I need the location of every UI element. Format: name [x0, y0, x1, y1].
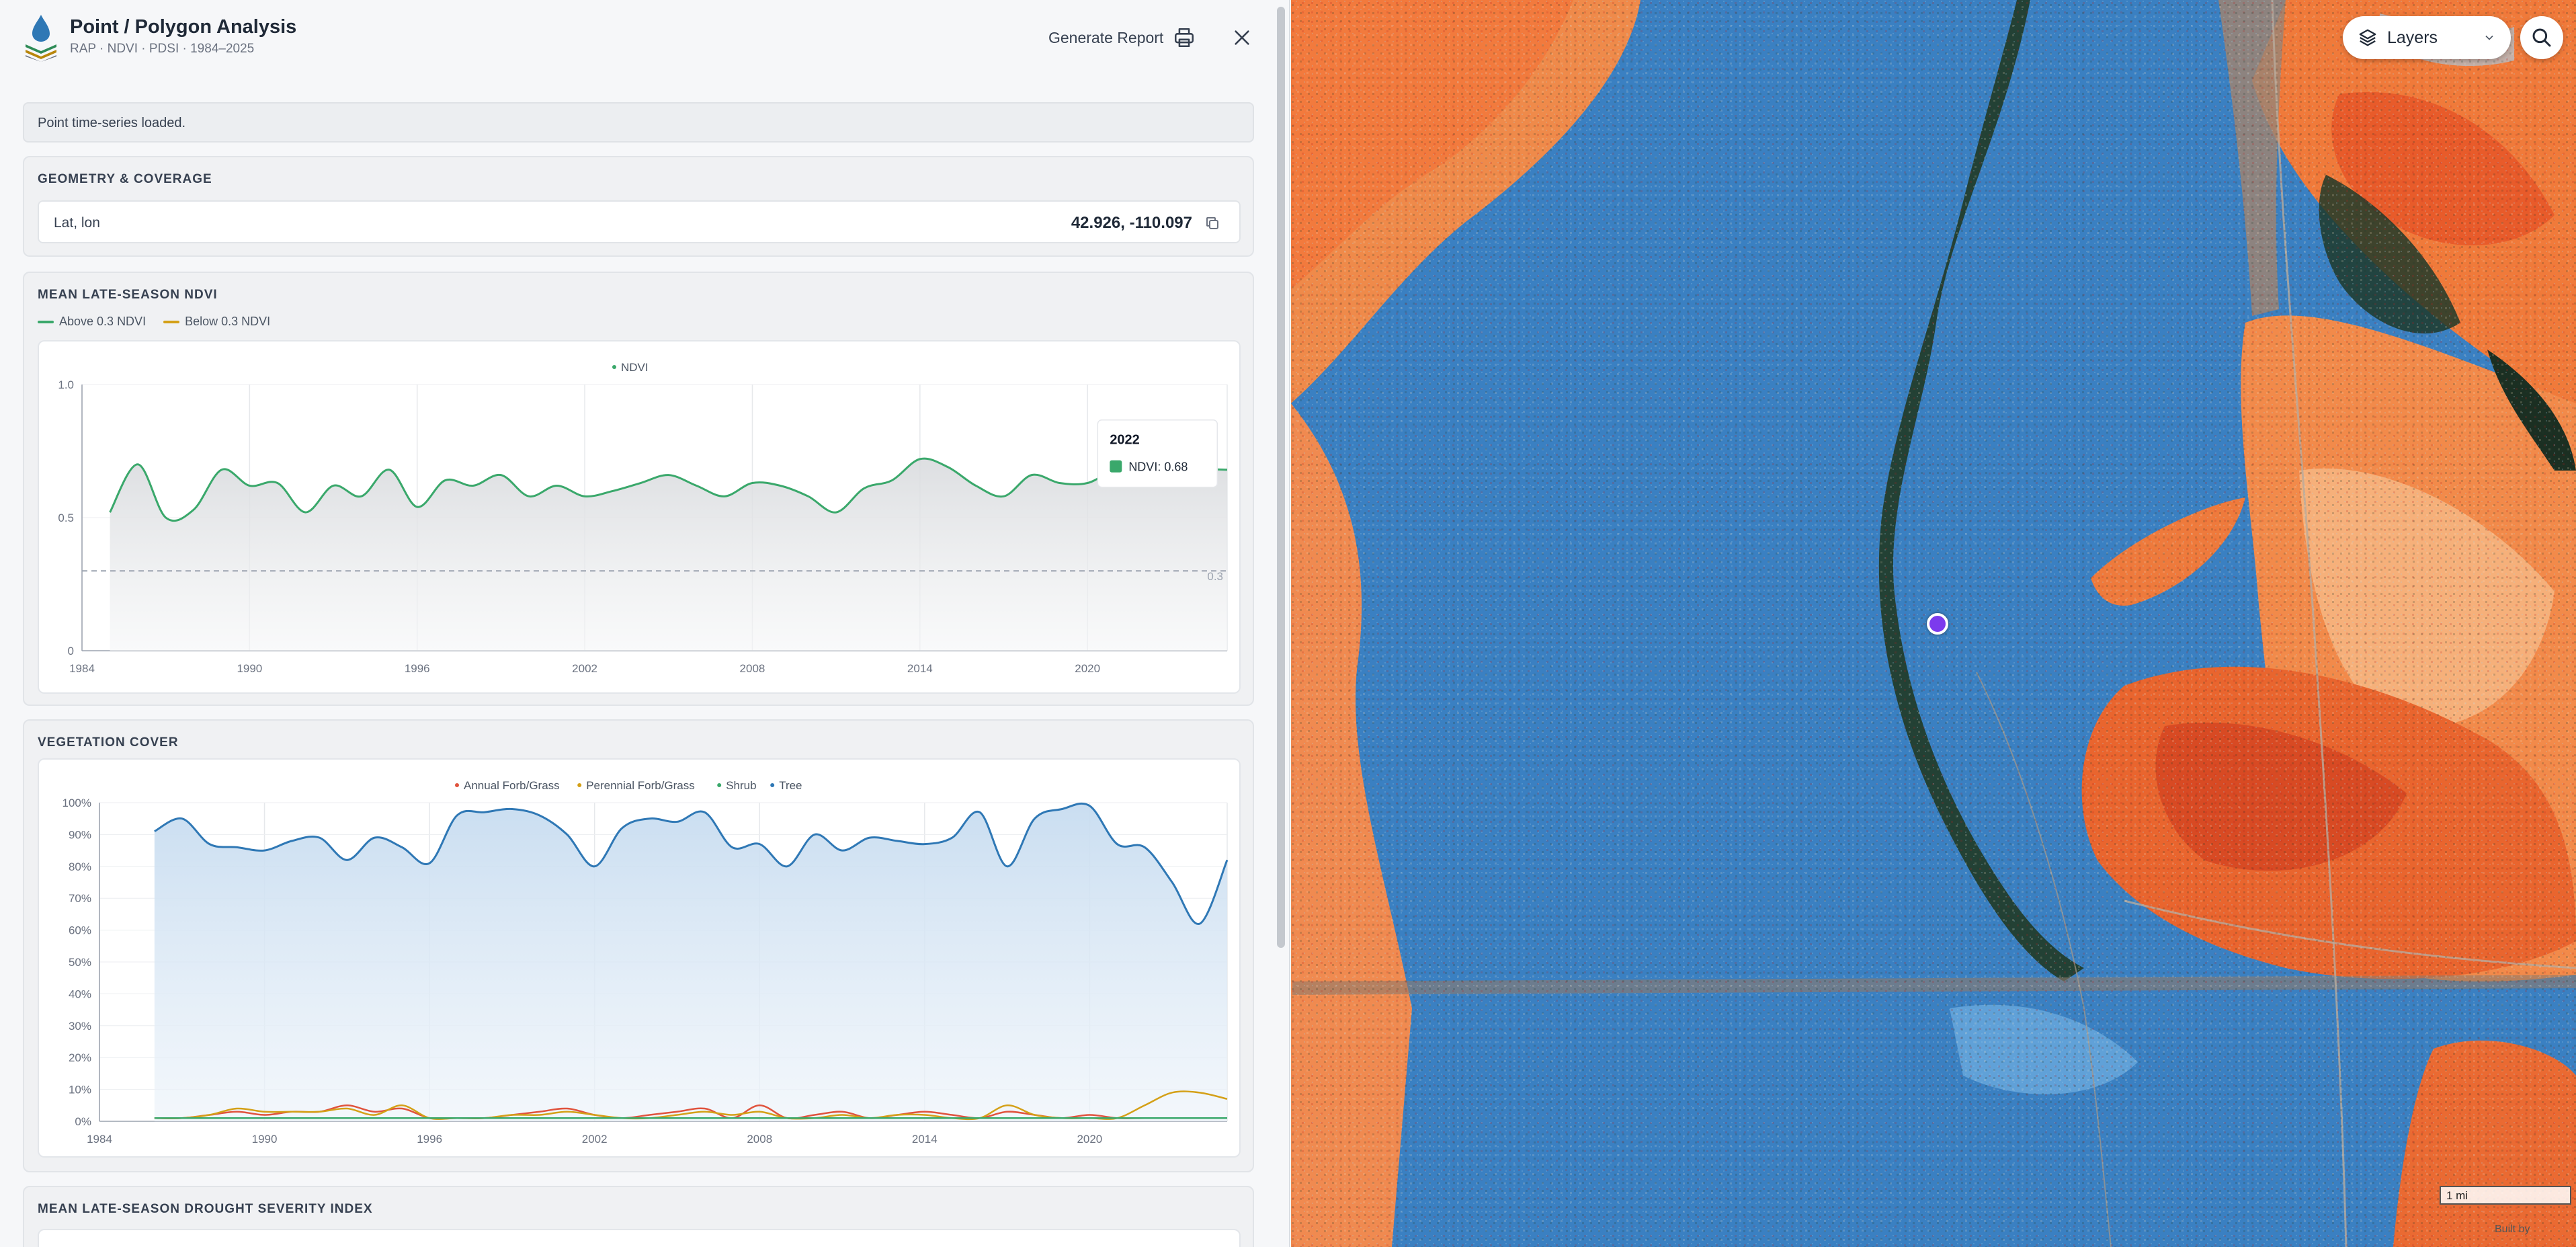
cover-y-tick-label: 20%	[69, 1051, 91, 1064]
ndvi-x-tick-label: 1996	[405, 662, 430, 675]
cover-y-tick-label: 50%	[69, 956, 91, 969]
geometry-section-title: GEOMETRY & COVERAGE	[38, 172, 212, 186]
drought-chart-container	[38, 1229, 1241, 1247]
panel-scrollbar-thumb[interactable]	[1277, 7, 1285, 948]
chevron-down-icon	[2485, 35, 2493, 40]
legend-below-swatch	[163, 320, 180, 323]
cover-legend-label: Annual Forb/Grass	[464, 779, 560, 792]
ndvi-x-tick-label: 1984	[69, 662, 95, 675]
ndvi-tooltip: 2022 NDVI: 0.68	[1097, 419, 1218, 488]
cover-chart-container: Annual Forb/Grass Perennial Forb/Grass Shr…	[38, 758, 1241, 1158]
ndvi-tooltip-value: NDVI: 0.68	[1128, 460, 1188, 474]
app-logo-icon	[26, 15, 56, 62]
cover-y-tick-label: 90%	[69, 828, 91, 841]
printer-icon	[1175, 28, 1194, 48]
tree-area-fill	[154, 803, 1228, 1121]
cover-x-tick-label: 2020	[1077, 1133, 1102, 1145]
ndvi-card: MEAN LATE-SEASON NDVI Above 0.3 NDVI Bel…	[23, 272, 1254, 706]
vegetation-cover-card: VEGETATION COVER Annual Forb/Grass Perenn…	[23, 719, 1254, 1172]
ndvi-x-tick-label: 2014	[907, 662, 933, 675]
ndvi-section-title: MEAN LATE-SEASON NDVI	[38, 288, 218, 302]
ndvi-y-tick-label: 1.0	[58, 378, 74, 391]
cover-x-tick-label: 2014	[912, 1133, 938, 1145]
ndvi-legend-dot	[612, 365, 616, 369]
ndvi-y-tick-label: 0.5	[58, 512, 74, 524]
cover-y-tick-label: 0%	[75, 1115, 91, 1128]
cover-legend-dot	[577, 783, 582, 787]
cover-legend-label: Perennial Forb/Grass	[586, 779, 695, 792]
attribution-text: Built by	[2495, 1223, 2530, 1235]
cover-x-tick-label: 2002	[582, 1133, 608, 1145]
app-title: Point / Polygon Analysis	[70, 16, 297, 38]
status-message: Point time-series loaded.	[23, 102, 1254, 143]
ndvi-chart[interactable]: NDVI 1984 1990 1996 2002 2008 2014 2020 0 0.5 1.0 0…	[39, 341, 1242, 695]
search-icon	[2532, 28, 2551, 47]
ndvi-threshold-label: 0.3	[1207, 570, 1223, 583]
ndvi-y-tick-label: 0	[68, 645, 74, 657]
geometry-card: GEOMETRY & COVERAGE Lat, lon 42.926, -11…	[23, 156, 1254, 257]
ndvi-x-tick-label: 1990	[237, 662, 262, 675]
cover-x-tick-label: 2008	[747, 1133, 772, 1145]
ndvi-x-tick-label: 2002	[572, 662, 597, 675]
cover-legend-label: Shrub	[726, 779, 756, 792]
latlon-value: 42.926, -110.097	[1071, 214, 1192, 232]
cover-section-title: VEGETATION COVER	[38, 735, 179, 750]
cover-y-tick-label: 30%	[69, 1020, 91, 1033]
ndvi-threshold-legend: Above 0.3 NDVI Below 0.3 NDVI	[38, 315, 270, 329]
legend-above-label: Above 0.3 NDVI	[59, 315, 147, 328]
drought-card: MEAN LATE-SEASON DROUGHT SEVERITY INDEX	[23, 1186, 1254, 1247]
cover-y-tick-label: 40%	[69, 988, 91, 1000]
ndvi-x-tick-label: 2008	[740, 662, 765, 675]
legend-below-threshold: Below 0.3 NDVI	[163, 315, 270, 329]
scale-label: 1 mi	[2446, 1189, 2468, 1202]
ndvi-legend-label: NDVI	[621, 361, 649, 374]
layers-icon	[2359, 29, 2376, 46]
generate-report-label: Generate Report	[1048, 28, 1164, 46]
copy-icon[interactable]	[1204, 215, 1220, 231]
panel-header: Point / Polygon Analysis RAP · NDVI · PD…	[0, 0, 1289, 87]
map-scale-bar: 1 mi	[2440, 1186, 2571, 1205]
cover-x-tick-label: 1996	[417, 1133, 442, 1145]
latlon-label: Lat, lon	[54, 215, 100, 231]
cover-chart-legend[interactable]: Annual Forb/Grass Perennial Forb/Grass Shr…	[455, 779, 802, 792]
cover-legend-label: Tree	[779, 779, 802, 792]
ndvi-tooltip-swatch	[1110, 460, 1122, 473]
map-search-button[interactable]	[2520, 16, 2563, 59]
cover-x-tick-label: 1984	[87, 1133, 112, 1145]
cover-legend-dot	[717, 783, 722, 787]
map-view[interactable]: 1 mi Built by	[1291, 0, 2576, 1247]
selected-point-marker[interactable]	[1927, 613, 1948, 635]
layers-label: Layers	[2387, 28, 2438, 47]
ndvi-tooltip-year: 2022	[1110, 433, 1140, 448]
close-button[interactable]	[1230, 26, 1254, 50]
cover-legend-dot	[455, 783, 459, 787]
drought-section-title: MEAN LATE-SEASON DROUGHT SEVERITY INDEX	[38, 1202, 373, 1216]
cover-y-tick-label: 10%	[69, 1084, 91, 1096]
legend-below-label: Below 0.3 NDVI	[185, 315, 271, 328]
cover-y-tick-label: 100%	[63, 797, 91, 809]
generate-report-button[interactable]: Generate Report	[1048, 24, 1196, 51]
legend-above-swatch	[38, 320, 54, 323]
map-attribution[interactable]: Built by	[2495, 1223, 2530, 1236]
ndvi-chart-legend[interactable]: NDVI	[612, 361, 649, 374]
close-icon	[1235, 30, 1249, 45]
cover-legend-dot	[770, 783, 775, 787]
legend-above-threshold: Above 0.3 NDVI	[38, 315, 146, 329]
cover-y-tick-label: 80%	[69, 860, 91, 873]
cover-y-tick-label: 70%	[69, 892, 91, 905]
latlon-row: Lat, lon 42.926, -110.097	[38, 200, 1241, 243]
analysis-panel: Point / Polygon Analysis RAP · NDVI · PD…	[0, 0, 1290, 1247]
cover-x-tick-label: 1990	[252, 1133, 278, 1145]
ndvi-tooltip-box	[1097, 419, 1218, 488]
vegetation-cover-chart[interactable]: Annual Forb/Grass Perennial Forb/Grass Shr…	[39, 760, 1242, 1159]
app-subtitle: RAP · NDVI · PDSI · 1984–2025	[70, 42, 255, 56]
ndvi-area-fill	[110, 458, 1227, 651]
layers-button[interactable]: Layers	[2343, 16, 2511, 59]
cover-y-tick-label: 60%	[69, 924, 91, 937]
ndvi-chart-container: NDVI 1984 1990 1996 2002 2008 2014 2020 0 0.5 1.0 0…	[38, 340, 1241, 694]
ndvi-x-tick-label: 2020	[1075, 662, 1100, 675]
